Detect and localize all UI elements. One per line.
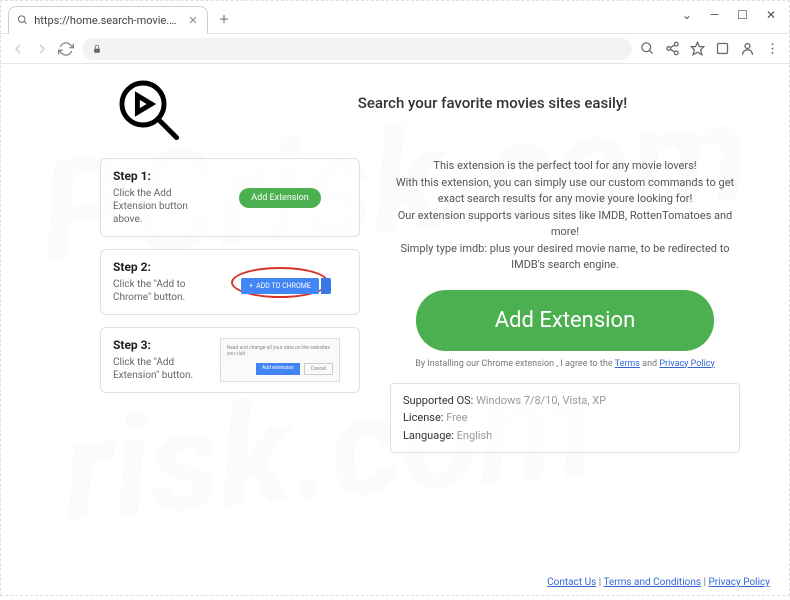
step-2-card: Step 2: Click the "Add to Chrome" button… bbox=[100, 249, 360, 315]
extensions-icon[interactable] bbox=[715, 41, 730, 56]
agree-pre: By Installing our Chrome extension , I a… bbox=[415, 359, 614, 369]
footer-terms-link[interactable]: Terms and Conditions bbox=[603, 577, 701, 588]
lock-icon bbox=[92, 44, 102, 54]
dialog-text: Read and change all your data on the web… bbox=[227, 345, 333, 357]
dialog-cancel-btn: Cancel bbox=[304, 363, 333, 375]
agree-and: and bbox=[640, 359, 659, 369]
steps-column: Step 1: Click the Add Extension button a… bbox=[100, 158, 360, 453]
promo-l3: Our extension supports various sites lik… bbox=[390, 208, 740, 241]
address-bar bbox=[0, 34, 790, 64]
step-1-desc: Click the Add Extension button above. bbox=[113, 187, 203, 226]
step-3-dialog: Read and change all your data on the web… bbox=[220, 338, 340, 382]
step-3-card: Step 3: Click the "Add Extension" button… bbox=[100, 327, 360, 393]
step-2-desc: Click the "Add to Chrome" button. bbox=[113, 278, 203, 304]
language-value: English bbox=[457, 429, 493, 442]
reload-icon[interactable] bbox=[58, 41, 74, 57]
minimize-icon[interactable]: — bbox=[710, 8, 719, 22]
os-label: Supported OS: bbox=[403, 394, 473, 407]
url-input[interactable] bbox=[82, 38, 632, 60]
step-2-title: Step 2: bbox=[113, 260, 203, 274]
promo-l2: With this extension, you can simply use … bbox=[390, 175, 740, 208]
os-value: Windows 7/8/10, Vista, XP bbox=[476, 394, 606, 407]
language-label: Language: bbox=[403, 429, 454, 442]
dialog-add-btn: Add extension bbox=[256, 363, 300, 375]
chevron-down-icon[interactable]: ⌄ bbox=[682, 8, 692, 22]
footer-links: Contact Us | Terms and Conditions | Priv… bbox=[547, 577, 770, 588]
page-content: Search your favorite movies sites easily… bbox=[0, 64, 790, 566]
promo-l4: Simply type imdb: plus your desired movi… bbox=[390, 241, 740, 274]
terms-link[interactable]: Terms bbox=[615, 359, 640, 369]
forward-icon[interactable] bbox=[34, 41, 50, 57]
license-value: Free bbox=[446, 411, 467, 424]
close-window-icon[interactable]: ✕ bbox=[766, 8, 776, 22]
window-controls: ⌄ — ☐ ✕ bbox=[668, 0, 790, 30]
promo-column: This extension is the perfect tool for a… bbox=[390, 158, 760, 453]
profile-icon[interactable] bbox=[740, 41, 755, 56]
back-icon[interactable] bbox=[10, 41, 26, 57]
agree-text: By Installing our Chrome extension , I a… bbox=[390, 359, 740, 369]
maximize-icon[interactable]: ☐ bbox=[737, 8, 748, 22]
red-arrow-icon bbox=[201, 374, 231, 375]
share-icon[interactable] bbox=[665, 41, 680, 56]
privacy-link[interactable]: Privacy Policy bbox=[659, 359, 714, 369]
search-icon[interactable] bbox=[640, 41, 655, 56]
footer-contact-link[interactable]: Contact Us bbox=[547, 577, 596, 588]
footer-privacy-link[interactable]: Privacy Policy bbox=[708, 577, 770, 588]
license-label: License: bbox=[403, 411, 443, 424]
step-3-title: Step 3: bbox=[113, 338, 203, 352]
new-tab-button[interactable] bbox=[214, 9, 234, 29]
tab-title: https://home.search-movie.com bbox=[34, 14, 181, 27]
step-1-pill: Add Extension bbox=[239, 188, 320, 208]
titlebar: https://home.search-movie.com ⌄ — ☐ ✕ bbox=[0, 0, 790, 34]
step-1-card: Step 1: Click the Add Extension button a… bbox=[100, 158, 360, 237]
step-1-title: Step 1: bbox=[113, 169, 203, 183]
browser-tab[interactable]: https://home.search-movie.com bbox=[8, 6, 208, 34]
magnifier-play-icon bbox=[115, 76, 185, 146]
step-2-chrome-btn: ADD TO CHROME bbox=[241, 278, 319, 294]
star-icon[interactable] bbox=[690, 41, 705, 56]
search-icon bbox=[17, 14, 28, 26]
info-box: Supported OS: Windows 7/8/10, Vista, XP … bbox=[390, 383, 740, 454]
add-extension-button[interactable]: Add Extension bbox=[416, 290, 714, 351]
page-headline: Search your favorite movies sites easily… bbox=[225, 94, 760, 112]
menu-icon[interactable] bbox=[765, 41, 780, 56]
step-3-desc: Click the "Add Extension" button. bbox=[113, 356, 203, 382]
promo-l1: This extension is the perfect tool for a… bbox=[390, 158, 740, 175]
close-icon[interactable] bbox=[187, 14, 199, 26]
promo-text: This extension is the perfect tool for a… bbox=[390, 158, 740, 274]
